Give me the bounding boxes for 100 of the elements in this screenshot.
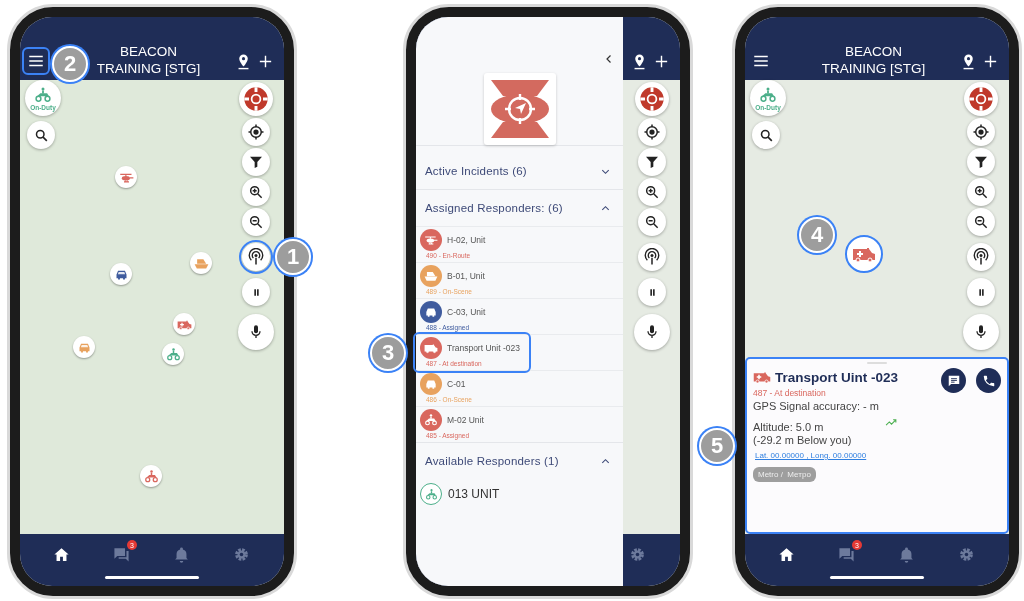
pause-button[interactable] bbox=[638, 278, 666, 306]
responder-name[interactable]: 013 UNIT bbox=[448, 487, 500, 501]
responder-name: H-02, Unit bbox=[447, 235, 486, 245]
callout-badge: 4 bbox=[799, 217, 835, 253]
map-marker[interactable] bbox=[110, 263, 132, 285]
responder-name: C-03, Unit bbox=[447, 307, 486, 317]
responder-name: Transport Unit -023 bbox=[447, 343, 520, 353]
message-icon bbox=[946, 373, 961, 388]
phone-icon bbox=[981, 373, 996, 388]
search-icon bbox=[758, 127, 774, 143]
locate-button[interactable] bbox=[638, 118, 666, 146]
nav-chat-button[interactable] bbox=[113, 546, 131, 564]
callout-badge: 2 bbox=[52, 46, 88, 82]
relative-altitude: (-29.2 m Below you) bbox=[753, 434, 853, 447]
pause-button[interactable] bbox=[967, 278, 995, 306]
lifebuoy-icon bbox=[638, 85, 666, 113]
drag-handle[interactable] bbox=[867, 362, 887, 364]
sos-button[interactable] bbox=[239, 82, 273, 116]
map-marker[interactable] bbox=[845, 235, 883, 273]
lifebuoy-icon bbox=[967, 85, 995, 113]
callout-badge: 5 bbox=[699, 427, 735, 464]
locate-button[interactable] bbox=[242, 118, 270, 146]
home-icon bbox=[778, 546, 795, 563]
sos-button[interactable] bbox=[964, 82, 998, 116]
crosshair-icon bbox=[643, 123, 661, 141]
map-marker[interactable] bbox=[190, 252, 212, 274]
broadcast-button[interactable] bbox=[638, 243, 666, 271]
nav-settings-button[interactable] bbox=[958, 546, 976, 564]
atv-icon bbox=[165, 346, 181, 362]
settings-icon bbox=[233, 546, 250, 563]
lifebuoy-icon bbox=[242, 85, 270, 113]
microphone-icon bbox=[973, 324, 989, 340]
callout-badge: 3 bbox=[370, 334, 406, 371]
filter-button[interactable] bbox=[638, 148, 666, 176]
zoom-out-icon bbox=[973, 214, 989, 230]
message-button[interactable] bbox=[941, 368, 966, 393]
map-marker[interactable] bbox=[115, 166, 137, 188]
microphone-icon bbox=[644, 324, 660, 340]
microphone-button[interactable] bbox=[963, 314, 999, 350]
filter-icon bbox=[644, 154, 660, 170]
filter-icon bbox=[248, 154, 264, 170]
zoom-out-button[interactable] bbox=[638, 208, 666, 236]
chat-icon bbox=[838, 546, 855, 563]
sos-button[interactable] bbox=[635, 82, 669, 116]
responder-name: B-01, Unit bbox=[447, 271, 485, 281]
section-header[interactable]: Active Incidents (6) bbox=[416, 153, 623, 189]
filter-button[interactable] bbox=[967, 148, 995, 176]
zoom-in-button[interactable] bbox=[967, 178, 995, 206]
settings-icon bbox=[958, 546, 975, 563]
nav-settings-button[interactable] bbox=[629, 546, 647, 564]
zoom-out-icon bbox=[248, 214, 264, 230]
zoom-in-icon bbox=[973, 184, 989, 200]
zoom-out-button[interactable] bbox=[967, 208, 995, 236]
crosshair-icon bbox=[972, 123, 990, 141]
search-button[interactable] bbox=[27, 121, 55, 149]
app-title: BEACON TRAINING [STG] bbox=[821, 43, 926, 77]
map-marker[interactable] bbox=[73, 336, 95, 358]
zone-tag: Metro / Метро bbox=[753, 467, 816, 482]
coordinates-link[interactable]: Lat. 00.00000 , Long. 00.00000 bbox=[753, 451, 1001, 460]
trend-up-icon bbox=[885, 416, 898, 429]
bell-icon bbox=[173, 546, 190, 563]
pause-button[interactable] bbox=[242, 278, 270, 306]
zoom-in-icon bbox=[248, 184, 264, 200]
filter-icon bbox=[973, 154, 989, 170]
broadcast-button[interactable] bbox=[242, 243, 270, 271]
filter-button[interactable] bbox=[242, 148, 270, 176]
zoom-out-icon bbox=[644, 214, 660, 230]
map-marker[interactable] bbox=[162, 343, 184, 365]
section-header[interactable]: Assigned Responders: (6) bbox=[416, 190, 623, 226]
microphone-button[interactable] bbox=[634, 314, 670, 350]
zoom-in-button[interactable] bbox=[638, 178, 666, 206]
zoom-in-button[interactable] bbox=[242, 178, 270, 206]
locate-button[interactable] bbox=[967, 118, 995, 146]
settings-icon bbox=[629, 546, 646, 563]
map-marker[interactable] bbox=[173, 313, 195, 335]
microphone-icon bbox=[248, 324, 264, 340]
map-marker[interactable] bbox=[140, 465, 162, 487]
nav-home-button[interactable] bbox=[778, 546, 796, 564]
responder-name: M-02 Unit bbox=[447, 415, 484, 425]
gps-accuracy: GPS Signal accuracy: - m bbox=[753, 400, 880, 413]
broadcast-icon bbox=[643, 248, 661, 266]
section-header[interactable]: Available Responders (1) bbox=[416, 443, 623, 479]
microphone-button[interactable] bbox=[238, 314, 274, 350]
bell-icon bbox=[898, 546, 915, 563]
nav-settings-button[interactable] bbox=[233, 546, 251, 564]
nav-chat-button[interactable] bbox=[838, 546, 856, 564]
callout-badge: 1 bbox=[275, 239, 311, 275]
broadcast-icon bbox=[247, 248, 265, 266]
atv-icon bbox=[34, 85, 52, 104]
search-icon bbox=[33, 127, 49, 143]
broadcast-button[interactable] bbox=[967, 243, 995, 271]
atv-icon bbox=[759, 85, 777, 104]
search-button[interactable] bbox=[752, 121, 780, 149]
altitude: Altitude: 5.0 m bbox=[753, 421, 825, 434]
call-button[interactable] bbox=[976, 368, 1001, 393]
zoom-out-button[interactable] bbox=[242, 208, 270, 236]
broadcast-icon bbox=[972, 248, 990, 266]
nav-home-button[interactable] bbox=[53, 546, 71, 564]
unit-title: Transport Uint -023 bbox=[775, 369, 899, 385]
crosshair-icon bbox=[247, 123, 265, 141]
